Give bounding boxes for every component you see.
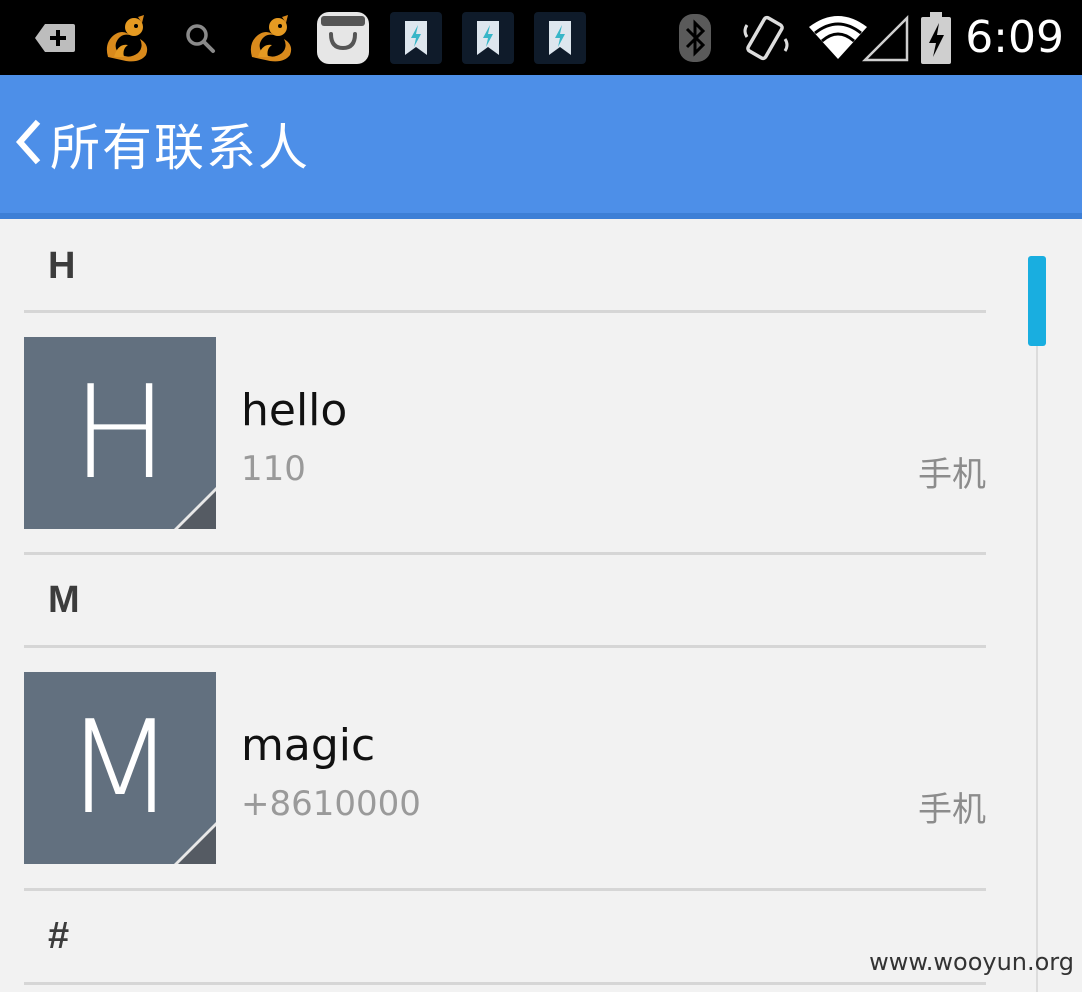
contact-number-type: 手机 [918,455,986,495]
battery-charging-icon [916,0,956,75]
page-title: 所有联系人 [50,119,310,177]
contact-list[interactable]: H H hello 110 手机 M M magic +8610000 手机 # [24,219,986,992]
back-button[interactable]: 所有联系人 [8,75,310,213]
contact-number: 110 [241,449,306,489]
search-icon [178,0,222,75]
section-header: M [24,555,986,648]
avatar-corner-icon [174,487,216,529]
scrollbar-thumb[interactable] [1028,256,1046,346]
section-header: H [24,219,986,313]
bluetooth-icon [676,0,714,75]
watermark: www.wooyun.org [869,948,1074,976]
contact-name: magic [241,720,376,771]
signal-icon [860,0,910,75]
avatar: H [24,337,216,529]
bookmark-flash-icon [532,0,588,75]
section-letter: M [48,579,80,621]
status-bar: 6:09 [0,0,1082,75]
shopping-bag-icon [314,0,372,75]
section-letter: # [48,915,70,957]
contact-number-type: 手机 [918,790,986,830]
list-item-contact[interactable]: H hello 110 手机 [24,337,986,530]
list-item-contact[interactable]: M magic +8610000 手机 [24,672,986,865]
contact-name: hello [241,385,348,436]
bookmark-flash-icon [388,0,444,75]
action-bar: 所有联系人 [0,75,1082,219]
avatar: M [24,672,216,864]
chevron-left-icon [8,112,44,176]
uc-browser-icon [98,0,154,75]
contact-number: +8610000 [241,784,421,824]
uc-browser-icon [242,0,298,75]
avatar-corner-icon [174,822,216,864]
section-header: # [24,891,986,985]
clock-time: 6:09 [965,12,1064,63]
bookmark-flash-icon [460,0,516,75]
vibrate-icon [740,0,792,75]
section-letter: H [48,245,76,287]
scrollbar-track [1036,320,1038,992]
add-notification-icon [30,0,80,75]
